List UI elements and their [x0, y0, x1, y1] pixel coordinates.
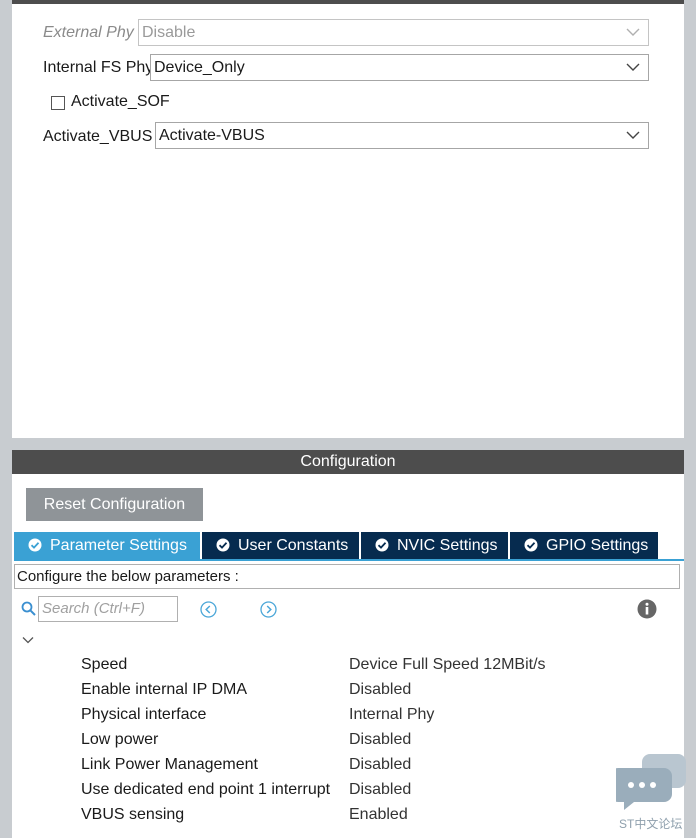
mode-panel: External Phy Disable Internal FS Phy Dev… — [12, 4, 684, 438]
next-result-icon[interactable] — [260, 601, 277, 618]
activate-sof-label: Activate_SOF — [71, 93, 170, 110]
activate-vbus-select[interactable]: Activate-VBUS — [155, 122, 649, 149]
check-circle-icon — [524, 538, 538, 552]
tab-underline — [14, 559, 684, 561]
watermark-text: ST中文论坛 — [619, 817, 683, 831]
check-circle-icon — [28, 538, 42, 552]
param-name: Link Power Management — [81, 756, 258, 773]
param-name: Physical interface — [81, 706, 207, 723]
external-phy-label: External Phy — [43, 24, 134, 41]
param-name: Speed — [81, 656, 128, 673]
param-value[interactable]: Disabled — [349, 781, 411, 799]
param-name: VBUS sensing — [81, 806, 185, 823]
search-input[interactable]: Search (Ctrl+F) — [38, 596, 178, 622]
tab-gpio-settings[interactable]: GPIO Settings — [510, 532, 658, 559]
chevron-down-icon — [626, 63, 640, 71]
config-tabs: Parameter Settings User Constants NVIC S… — [14, 532, 686, 560]
check-circle-icon — [216, 538, 230, 552]
param-value[interactable]: Disabled — [349, 756, 411, 774]
param-value[interactable]: Disabled — [349, 731, 411, 749]
param-value[interactable]: Enabled — [349, 806, 408, 824]
tab-parameter-settings[interactable]: Parameter Settings — [14, 532, 200, 559]
previous-result-icon[interactable] — [200, 601, 217, 618]
param-name: Enable internal IP DMA — [81, 681, 248, 698]
internal-fs-phy-label: Internal FS Phy — [43, 59, 154, 76]
tab-nvic-settings[interactable]: NVIC Settings — [361, 532, 508, 559]
param-value[interactable]: Disabled — [349, 681, 411, 699]
info-icon[interactable] — [637, 599, 657, 619]
reset-configuration-button[interactable]: Reset Configuration — [26, 488, 203, 521]
check-circle-icon — [375, 538, 389, 552]
configure-description: Configure the below parameters : — [14, 564, 680, 589]
chevron-down-icon[interactable] — [22, 634, 34, 646]
param-name: Use dedicated end point 1 interrupt — [81, 781, 331, 798]
chat-bubble-icon — [616, 754, 686, 810]
tab-user-constants[interactable]: User Constants — [202, 532, 359, 559]
internal-fs-phy-select[interactable]: Device_Only — [150, 54, 649, 81]
activate-sof-checkbox[interactable] — [51, 96, 65, 110]
param-value[interactable]: Internal Phy — [349, 706, 434, 724]
chevron-down-icon — [626, 131, 640, 139]
configuration-header: Configuration — [12, 450, 684, 474]
external-phy-select: Disable — [138, 19, 649, 46]
forum-watermark: ST中文论坛 — [614, 752, 690, 834]
configuration-panel: Reset Configuration Parameter Settings U… — [12, 474, 684, 838]
param-value[interactable]: Device Full Speed 12MBit/s — [349, 656, 546, 674]
chevron-down-icon — [626, 28, 640, 36]
param-name: Low power — [81, 731, 159, 748]
activate-vbus-label: Activate_VBUS — [43, 128, 153, 145]
search-icon — [21, 601, 36, 616]
